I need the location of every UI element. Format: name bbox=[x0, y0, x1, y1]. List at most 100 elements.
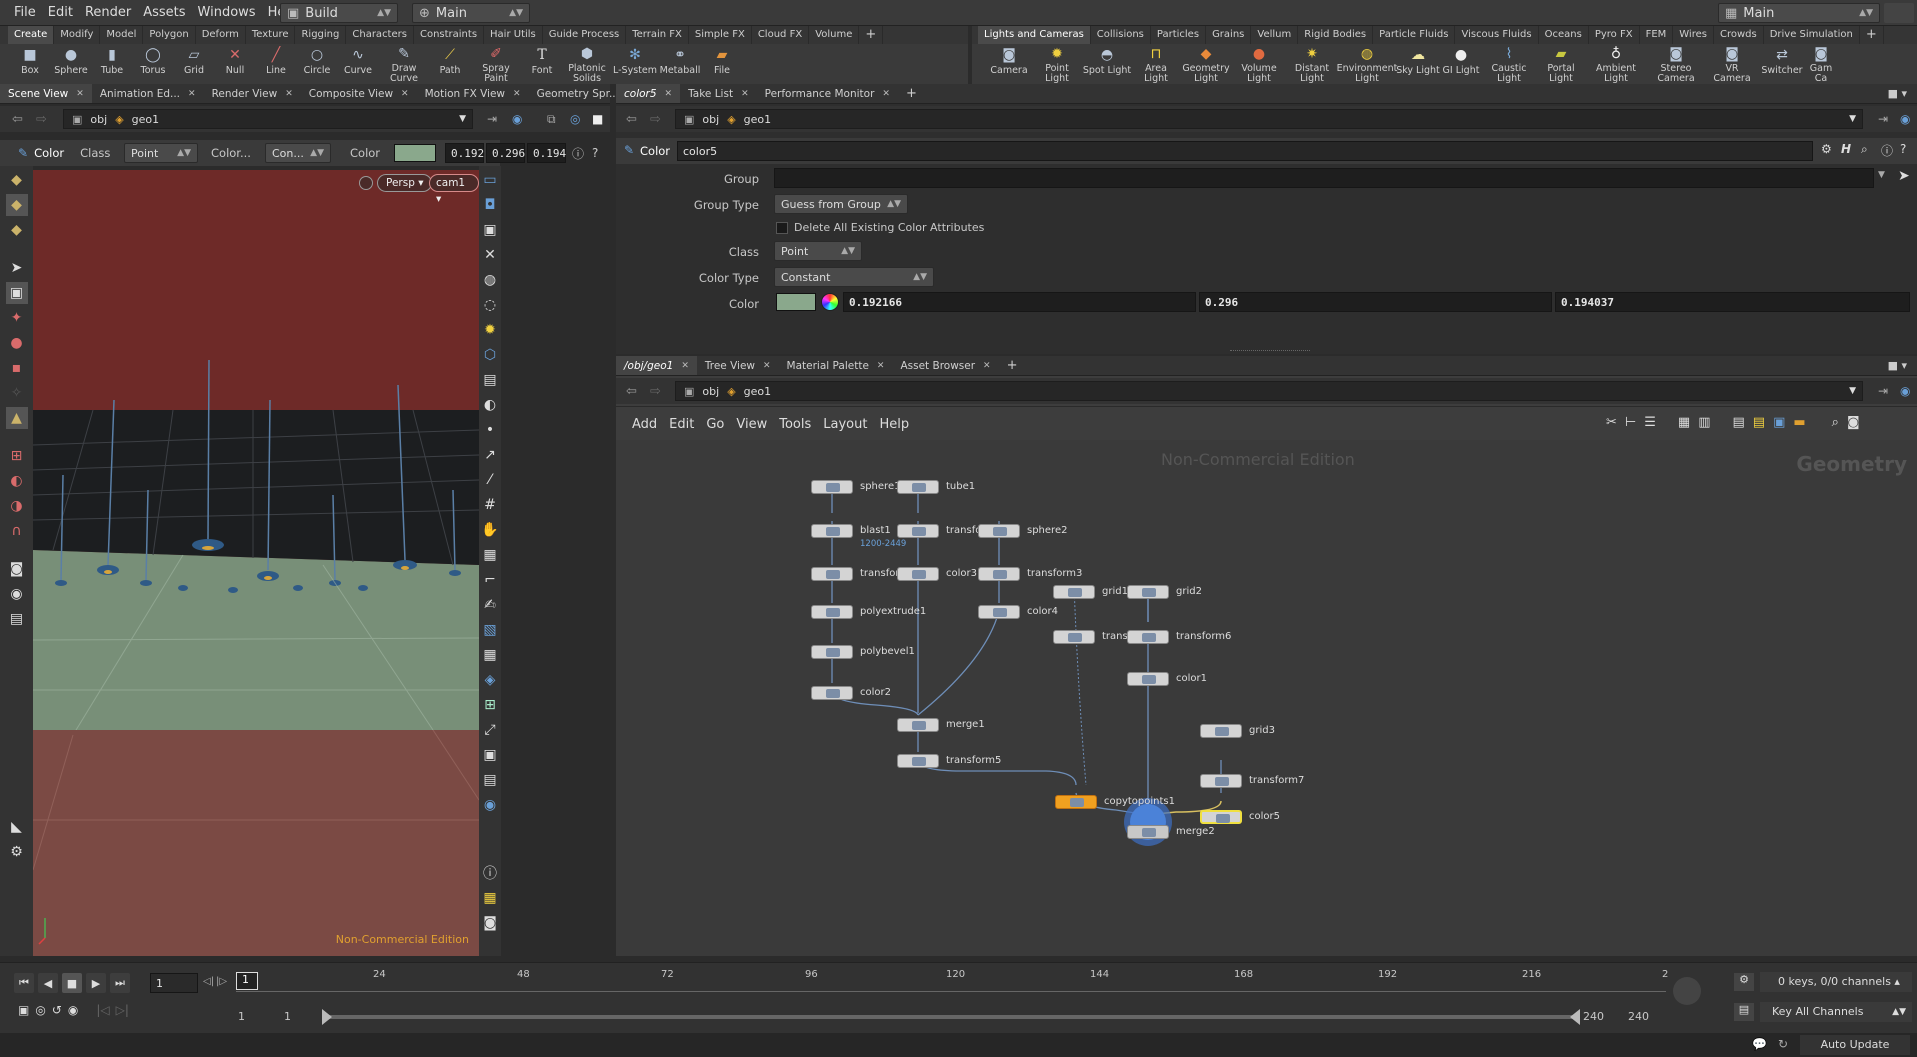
tab-scene-view[interactable]: Scene View ✕ bbox=[0, 84, 92, 103]
tool-point-light[interactable]: ✹ Point Light bbox=[1032, 44, 1082, 84]
persp-button[interactable]: Persp ▾ bbox=[377, 174, 433, 192]
tool-spot-light[interactable]: ◓ Spot Light bbox=[1082, 44, 1132, 84]
grid-view-icon[interactable]: ▦ bbox=[1678, 415, 1690, 430]
jump-start-icon[interactable]: ⏮ bbox=[14, 973, 34, 993]
start-frame[interactable]: 1 bbox=[238, 1010, 245, 1023]
node-transform1[interactable] bbox=[897, 524, 939, 538]
tab-asset-browser[interactable]: Asset Browser ✕ bbox=[892, 356, 998, 375]
select-groups-icon[interactable]: ● bbox=[6, 332, 28, 354]
node-color3[interactable] bbox=[897, 567, 939, 581]
node-transform3[interactable] bbox=[978, 567, 1020, 581]
lock-icon[interactable]: ▣ bbox=[479, 219, 501, 241]
shelf-tab[interactable]: Model bbox=[100, 26, 144, 44]
shelf-tab[interactable]: Deform bbox=[196, 26, 246, 44]
tool-sphere[interactable]: ● Sphere bbox=[50, 44, 92, 84]
shelf-tab[interactable]: Pyro FX bbox=[1589, 26, 1640, 44]
search-icon[interactable]: ⌕ bbox=[1861, 142, 1868, 157]
wrench-icon[interactable]: ✂ bbox=[1606, 415, 1617, 430]
tab-color5[interactable]: color5 ✕ bbox=[616, 84, 681, 103]
key-all-dropdown[interactable]: Key All Channels ▲▼ bbox=[1760, 1002, 1912, 1022]
auto-update-button[interactable]: Auto Update bbox=[1800, 1035, 1910, 1055]
range-end-handle[interactable] bbox=[1570, 1009, 1580, 1025]
help-icon[interactable]: ? bbox=[1900, 142, 1906, 156]
color-g-field[interactable]: 0.296 bbox=[1199, 292, 1552, 312]
timeline-ruler[interactable]: 1 24 48 72 96 120 144 168 192 216 2 bbox=[236, 969, 1668, 997]
tool-caustic-light[interactable]: ⌇ Caustic Light bbox=[1482, 44, 1536, 84]
shelf-tab[interactable]: Particle Fluids bbox=[1373, 26, 1456, 44]
class-dropdown[interactable]: Point ▲▼ bbox=[124, 143, 198, 163]
tool-circle[interactable]: ○ Circle bbox=[296, 44, 338, 84]
snapshot-icon[interactable]: ◙ bbox=[1847, 415, 1860, 430]
shelf-tab[interactable]: Rigging bbox=[295, 26, 347, 44]
node-color1[interactable] bbox=[1127, 672, 1169, 686]
node-name-field[interactable]: color5 bbox=[677, 141, 1813, 161]
color-wheel-icon[interactable] bbox=[821, 293, 839, 311]
tool-path[interactable]: ⟋ Path bbox=[430, 44, 470, 84]
menu-go[interactable]: Go bbox=[700, 417, 730, 432]
pin-icon[interactable]: ⤢ bbox=[479, 719, 501, 741]
breadcrumb[interactable]: ▣ obj ◈ geo1 ▼ bbox=[675, 381, 1863, 401]
snapshot-icon[interactable]: ⧉ bbox=[547, 112, 556, 127]
close-icon[interactable]: ✕ bbox=[513, 84, 521, 104]
pointer-icon[interactable]: ◣ bbox=[6, 816, 28, 838]
tool-gamepad-camera[interactable]: ◙ Gam Ca bbox=[1806, 44, 1836, 84]
node-copytopoints1[interactable] bbox=[1055, 795, 1097, 809]
menu-layout[interactable]: Layout bbox=[817, 417, 873, 432]
menu-view[interactable]: View bbox=[730, 417, 773, 432]
select-arrow-icon[interactable]: ➤ bbox=[6, 257, 28, 279]
shelf-tab[interactable]: Volume bbox=[809, 26, 860, 44]
forward-arrow-icon[interactable]: ⇨ bbox=[650, 112, 661, 127]
shelf-tab[interactable]: Viscous Fluids bbox=[1455, 26, 1539, 44]
node-color2[interactable] bbox=[811, 686, 853, 700]
network-canvas[interactable]: Non-Commercial Edition Geometry sphere1 … bbox=[616, 440, 1917, 956]
tool-area-light[interactable]: ⊓ Area Light bbox=[1132, 44, 1180, 84]
close-icon[interactable]: ✕ bbox=[983, 356, 991, 376]
tab-obj-geo1[interactable]: /obj/geo1 ✕ bbox=[616, 356, 697, 375]
help-icon[interactable]: ? bbox=[592, 146, 598, 160]
houdini-icon[interactable]: H bbox=[1841, 142, 1851, 156]
chat-icon[interactable]: 💬 bbox=[1752, 1037, 1767, 1051]
frame-field[interactable]: 1 bbox=[150, 973, 198, 993]
node-merge2[interactable] bbox=[1127, 825, 1169, 839]
tool-tube[interactable]: ▮ Tube bbox=[92, 44, 132, 84]
play-icon[interactable]: ▶ bbox=[86, 973, 106, 993]
paint-icon[interactable]: ✍ bbox=[479, 594, 501, 616]
node-transform5[interactable] bbox=[897, 754, 939, 768]
tool-grid[interactable]: ▱ Grid bbox=[174, 44, 214, 84]
prev-key-icon[interactable]: |◁ bbox=[96, 1003, 109, 1017]
close-icon[interactable]: ✕ bbox=[401, 84, 409, 104]
menu-edit[interactable]: Edit bbox=[42, 0, 79, 26]
breadcrumb-geo1[interactable]: geo1 bbox=[744, 385, 771, 398]
tool-null[interactable]: ✕ Null bbox=[214, 44, 256, 84]
tool-portal-light[interactable]: ▰ Portal Light bbox=[1536, 44, 1586, 84]
sync-icon[interactable]: ◎ bbox=[570, 112, 580, 126]
group-select-arrow-icon[interactable]: ➤ bbox=[1898, 168, 1910, 184]
tool-environment-light[interactable]: ◍ Environment Light bbox=[1337, 44, 1398, 84]
ghost-icon[interactable]: ◐ bbox=[479, 394, 501, 416]
color-g-field[interactable]: 0.296 bbox=[486, 143, 525, 163]
node-transform7[interactable] bbox=[1200, 774, 1242, 788]
key-icon[interactable]: ⚙ bbox=[1734, 973, 1754, 991]
folder-icon[interactable]: ▬ bbox=[1793, 415, 1805, 430]
menu-windows[interactable]: Windows bbox=[192, 0, 262, 26]
close-icon[interactable]: ✕ bbox=[681, 356, 689, 376]
breadcrumb-obj[interactable]: obj bbox=[90, 113, 107, 126]
shelf-tab[interactable]: Particles bbox=[1151, 26, 1207, 44]
shading-icon[interactable]: ◍ bbox=[479, 269, 501, 291]
forward-arrow-icon[interactable]: ⇨ bbox=[650, 384, 661, 399]
next-key-icon[interactable]: ▷| bbox=[116, 1003, 129, 1017]
shelf-tab[interactable]: Simple FX bbox=[689, 26, 752, 44]
back-arrow-icon[interactable]: ⇦ bbox=[626, 112, 637, 127]
shelf-tab[interactable]: Modify bbox=[54, 26, 101, 44]
render-icon[interactable]: ▤ bbox=[6, 608, 28, 630]
maximize-icon[interactable]: ■ bbox=[592, 112, 603, 126]
tool-stereo-camera[interactable]: ◙ Stereo Camera bbox=[1646, 44, 1706, 84]
chevron-down-icon[interactable]: ▼ bbox=[1849, 114, 1856, 124]
color-type-dropdown[interactable]: Constant ▲▼ bbox=[774, 267, 934, 287]
tab-render-view[interactable]: Render View ✕ bbox=[204, 84, 301, 103]
sync-icon[interactable]: ◎ bbox=[35, 1003, 45, 1017]
tool-volume-light[interactable]: ● Volume Light bbox=[1232, 44, 1286, 84]
loop-icon[interactable]: ↺ bbox=[52, 1003, 62, 1017]
current-frame-marker[interactable]: 1 bbox=[236, 972, 258, 990]
pin-icon[interactable]: ⇥ bbox=[1878, 112, 1888, 126]
